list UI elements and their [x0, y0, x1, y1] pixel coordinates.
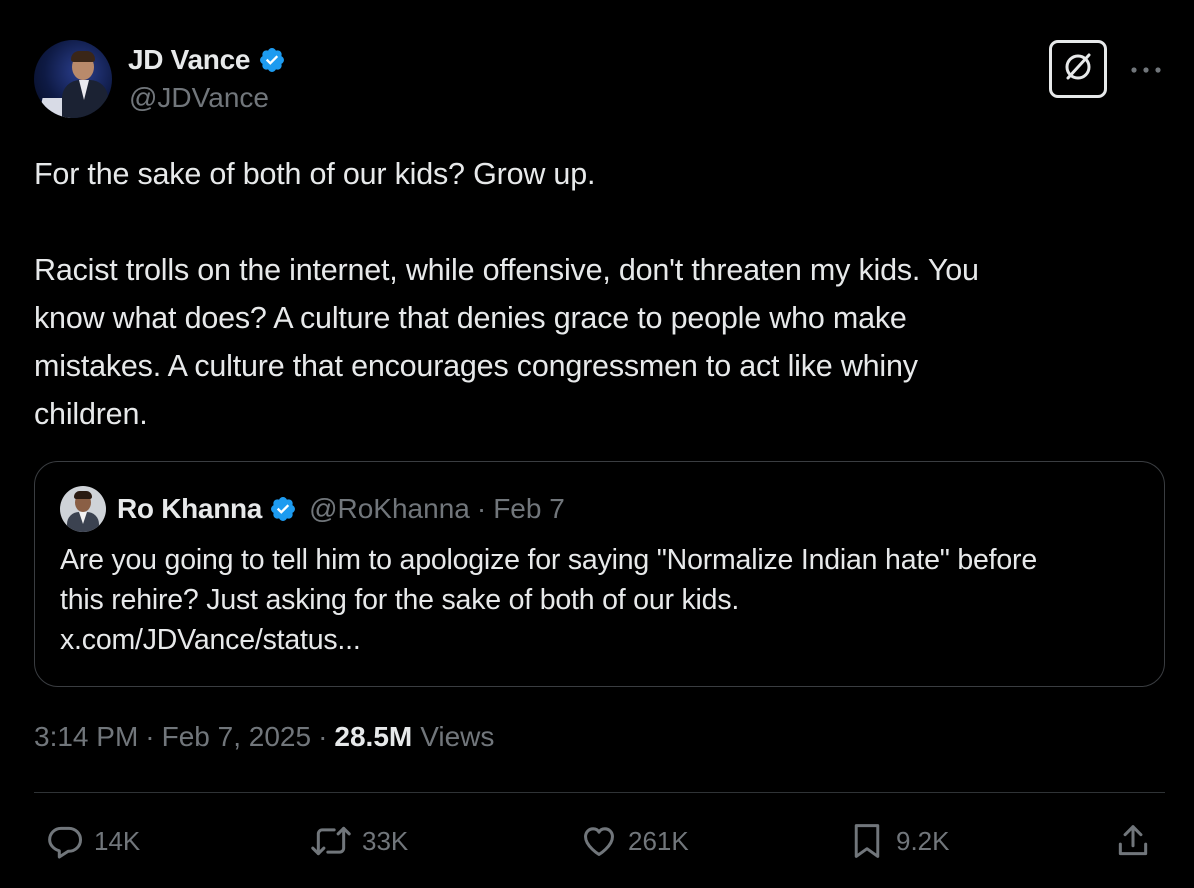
repost-button[interactable]: 33K: [310, 820, 408, 862]
verified-badge-icon: [269, 495, 297, 523]
share-icon: [1114, 822, 1152, 860]
separator-dot: ·: [476, 493, 487, 524]
reply-count: 14K: [94, 825, 141, 856]
quoted-author-avatar[interactable]: [60, 486, 106, 532]
views-count[interactable]: 28.5M: [334, 721, 412, 753]
tweet-line: mistakes. A culture that encourages cong…: [34, 349, 918, 383]
divider: [34, 792, 1165, 793]
author-avatar[interactable]: [34, 40, 112, 118]
quoted-tweet-text: Are you going to tell him to apologize f…: [60, 540, 1140, 660]
more-options-button[interactable]: [1128, 56, 1164, 84]
tweet-detail: JD Vance @JDVance For the sake of both o…: [0, 0, 1194, 888]
repost-count: 33K: [362, 825, 409, 856]
quoted-tweet-card[interactable]: Ro Khanna @RoKhanna · Feb 7 Are you goin…: [34, 461, 1165, 687]
author-handle[interactable]: @JDVance: [129, 82, 269, 114]
like-button[interactable]: 261K: [580, 820, 689, 862]
tweet-meta: 3:14 PM · Feb 7, 2025 · 28.5M Views: [34, 721, 494, 753]
bookmark-icon: [848, 821, 886, 861]
reply-button[interactable]: 14K: [46, 820, 140, 862]
quoted-tweet-line: Are you going to tell him to apologize f…: [60, 544, 1037, 576]
quoted-author-handle[interactable]: @RoKhanna: [309, 493, 470, 525]
tweet-date[interactable]: Feb 7, 2025: [162, 721, 311, 753]
tweet-paragraph-2: Racist trolls on the internet, while off…: [34, 246, 1164, 438]
bookmark-button[interactable]: 9.2K: [848, 820, 950, 862]
tweet-line: know what does? A culture that denies gr…: [34, 301, 907, 335]
separator-dot: ·: [145, 721, 155, 752]
quoted-tweet-header: Ro Khanna @RoKhanna · Feb 7: [117, 492, 565, 526]
tweet-text: For the sake of both of our kids? Grow u…: [34, 150, 1164, 438]
quoted-tweet-date[interactable]: Feb 7: [493, 493, 565, 525]
views-label: Views: [420, 721, 495, 752]
repost-icon: [310, 822, 352, 860]
tweet-time[interactable]: 3:14 PM: [34, 721, 138, 753]
bookmark-count: 9.2K: [896, 825, 950, 856]
grok-icon: [1060, 49, 1096, 90]
like-count: 261K: [628, 825, 689, 856]
quoted-tweet-line: this rehire? Just asking for the sake of…: [60, 584, 740, 616]
author-name-row[interactable]: JD Vance: [128, 42, 286, 78]
reply-icon: [46, 822, 84, 860]
separator-dot: ·: [318, 721, 328, 752]
verified-badge-icon[interactable]: [258, 46, 286, 74]
quoted-tweet-link[interactable]: x.com/JDVance/status...: [60, 620, 1140, 660]
tweet-line: children.: [34, 397, 148, 431]
more-options-icon: [1129, 61, 1163, 79]
tweet-paragraph-1: For the sake of both of our kids? Grow u…: [34, 157, 596, 191]
heart-icon: [580, 822, 618, 860]
quoted-author-name[interactable]: Ro Khanna: [117, 493, 262, 525]
share-button[interactable]: [1114, 820, 1152, 862]
author-display-name[interactable]: JD Vance: [128, 44, 250, 76]
tweet-line: Racist trolls on the internet, while off…: [34, 253, 979, 287]
grok-button[interactable]: [1049, 40, 1107, 98]
